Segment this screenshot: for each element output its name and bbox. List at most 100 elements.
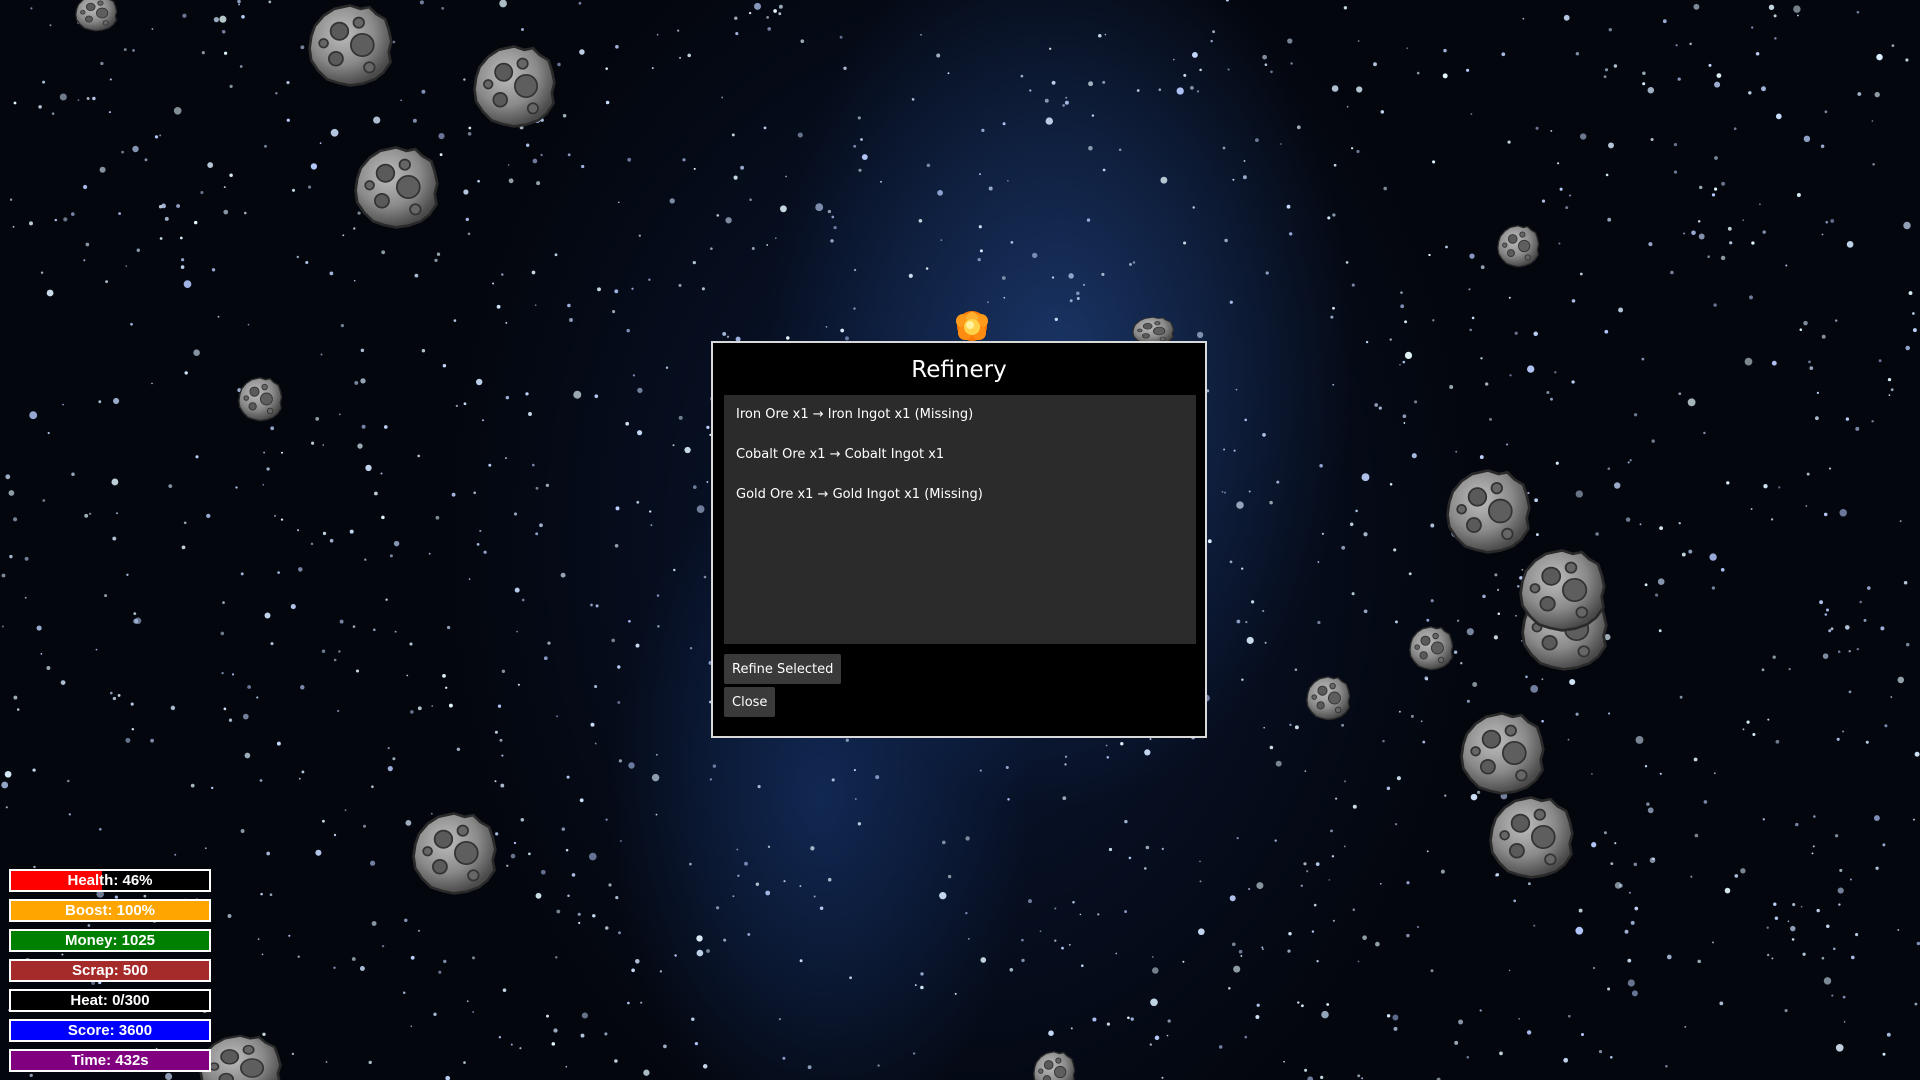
star xyxy=(1402,360,1406,364)
star xyxy=(1646,802,1650,806)
star xyxy=(1343,845,1346,848)
star xyxy=(694,1041,699,1046)
star xyxy=(1642,71,1646,76)
star xyxy=(965,911,968,915)
star xyxy=(1835,1043,1844,1052)
star xyxy=(373,628,376,632)
star xyxy=(1746,720,1750,724)
star xyxy=(590,603,593,607)
refine-selected-button[interactable]: Refine Selected xyxy=(724,654,842,684)
star xyxy=(259,779,263,782)
star xyxy=(1236,619,1241,624)
star xyxy=(608,883,612,887)
star xyxy=(502,988,507,992)
star xyxy=(501,754,504,757)
star xyxy=(1449,385,1454,389)
star xyxy=(1559,187,1563,191)
star xyxy=(419,0,424,5)
recipe-list[interactable]: Iron Ore x1 → Iron Ingot x1 (Missing) Co… xyxy=(724,395,1196,644)
star xyxy=(392,757,396,761)
star xyxy=(1605,173,1609,177)
star xyxy=(655,813,658,816)
star xyxy=(1613,482,1621,489)
star xyxy=(151,382,153,385)
star xyxy=(436,252,441,256)
star xyxy=(1874,91,1880,98)
game-canvas[interactable]: Refinery Iron Ore x1 → Iron Ingot x1 (Mi… xyxy=(0,0,1920,1080)
star xyxy=(926,163,931,168)
star xyxy=(46,289,54,297)
star xyxy=(1105,744,1108,747)
star xyxy=(853,307,856,310)
star xyxy=(1199,880,1202,883)
star xyxy=(360,378,366,384)
star xyxy=(1670,270,1674,275)
star xyxy=(1914,751,1920,757)
recipe-item-iron[interactable]: Iron Ore x1 → Iron Ingot x1 (Missing) xyxy=(724,403,1196,443)
asteroid-icon xyxy=(237,376,283,422)
star xyxy=(264,144,267,148)
star xyxy=(1821,334,1826,339)
star xyxy=(473,491,477,495)
star xyxy=(33,865,36,869)
star xyxy=(920,972,924,976)
star xyxy=(1101,272,1105,276)
star xyxy=(501,273,504,276)
star xyxy=(221,30,226,34)
star xyxy=(389,554,393,558)
star xyxy=(499,0,507,8)
star xyxy=(1697,220,1701,223)
star xyxy=(1675,44,1678,47)
star xyxy=(1774,37,1777,40)
star xyxy=(635,643,640,648)
star xyxy=(223,209,229,215)
star xyxy=(1326,1003,1330,1006)
star xyxy=(1748,91,1752,95)
star xyxy=(1232,178,1235,181)
star xyxy=(626,328,630,333)
star xyxy=(1236,836,1239,840)
star xyxy=(830,239,834,243)
star xyxy=(1316,960,1319,963)
close-button[interactable]: Close xyxy=(724,687,776,717)
star xyxy=(1079,913,1082,916)
star xyxy=(24,556,29,561)
star xyxy=(1558,242,1561,245)
star xyxy=(1029,89,1032,92)
star xyxy=(181,258,185,262)
star xyxy=(1297,1001,1300,1004)
star xyxy=(1064,755,1068,758)
star xyxy=(1546,391,1550,394)
star xyxy=(1681,552,1686,557)
star xyxy=(298,777,301,780)
star xyxy=(290,604,296,610)
star xyxy=(1241,678,1244,681)
star xyxy=(1567,1014,1571,1018)
star xyxy=(1610,1056,1613,1059)
star xyxy=(807,1065,812,1070)
star xyxy=(1150,998,1158,1007)
star xyxy=(1106,1022,1111,1026)
star xyxy=(1580,1032,1585,1037)
star xyxy=(1535,126,1539,130)
star xyxy=(1106,756,1110,759)
star xyxy=(70,212,75,216)
star xyxy=(1306,870,1309,873)
star xyxy=(857,116,861,120)
star xyxy=(109,78,112,81)
star xyxy=(539,523,543,528)
star xyxy=(296,255,299,259)
recipe-item-gold[interactable]: Gold Ore x1 → Gold Ingot x1 (Missing) xyxy=(724,483,1196,523)
dialog-title: Refinery xyxy=(911,357,1007,383)
star xyxy=(300,685,305,690)
star xyxy=(1867,586,1871,590)
star xyxy=(1497,588,1500,592)
time-label: Time: 432s xyxy=(71,1052,149,1069)
star xyxy=(763,126,767,130)
recipe-item-cobalt[interactable]: Cobalt Ore x1 → Cobalt Ingot x1 xyxy=(724,443,1196,483)
star xyxy=(1591,842,1597,848)
star xyxy=(471,956,476,960)
star xyxy=(1051,80,1056,85)
star xyxy=(1507,140,1511,144)
star xyxy=(85,242,90,247)
